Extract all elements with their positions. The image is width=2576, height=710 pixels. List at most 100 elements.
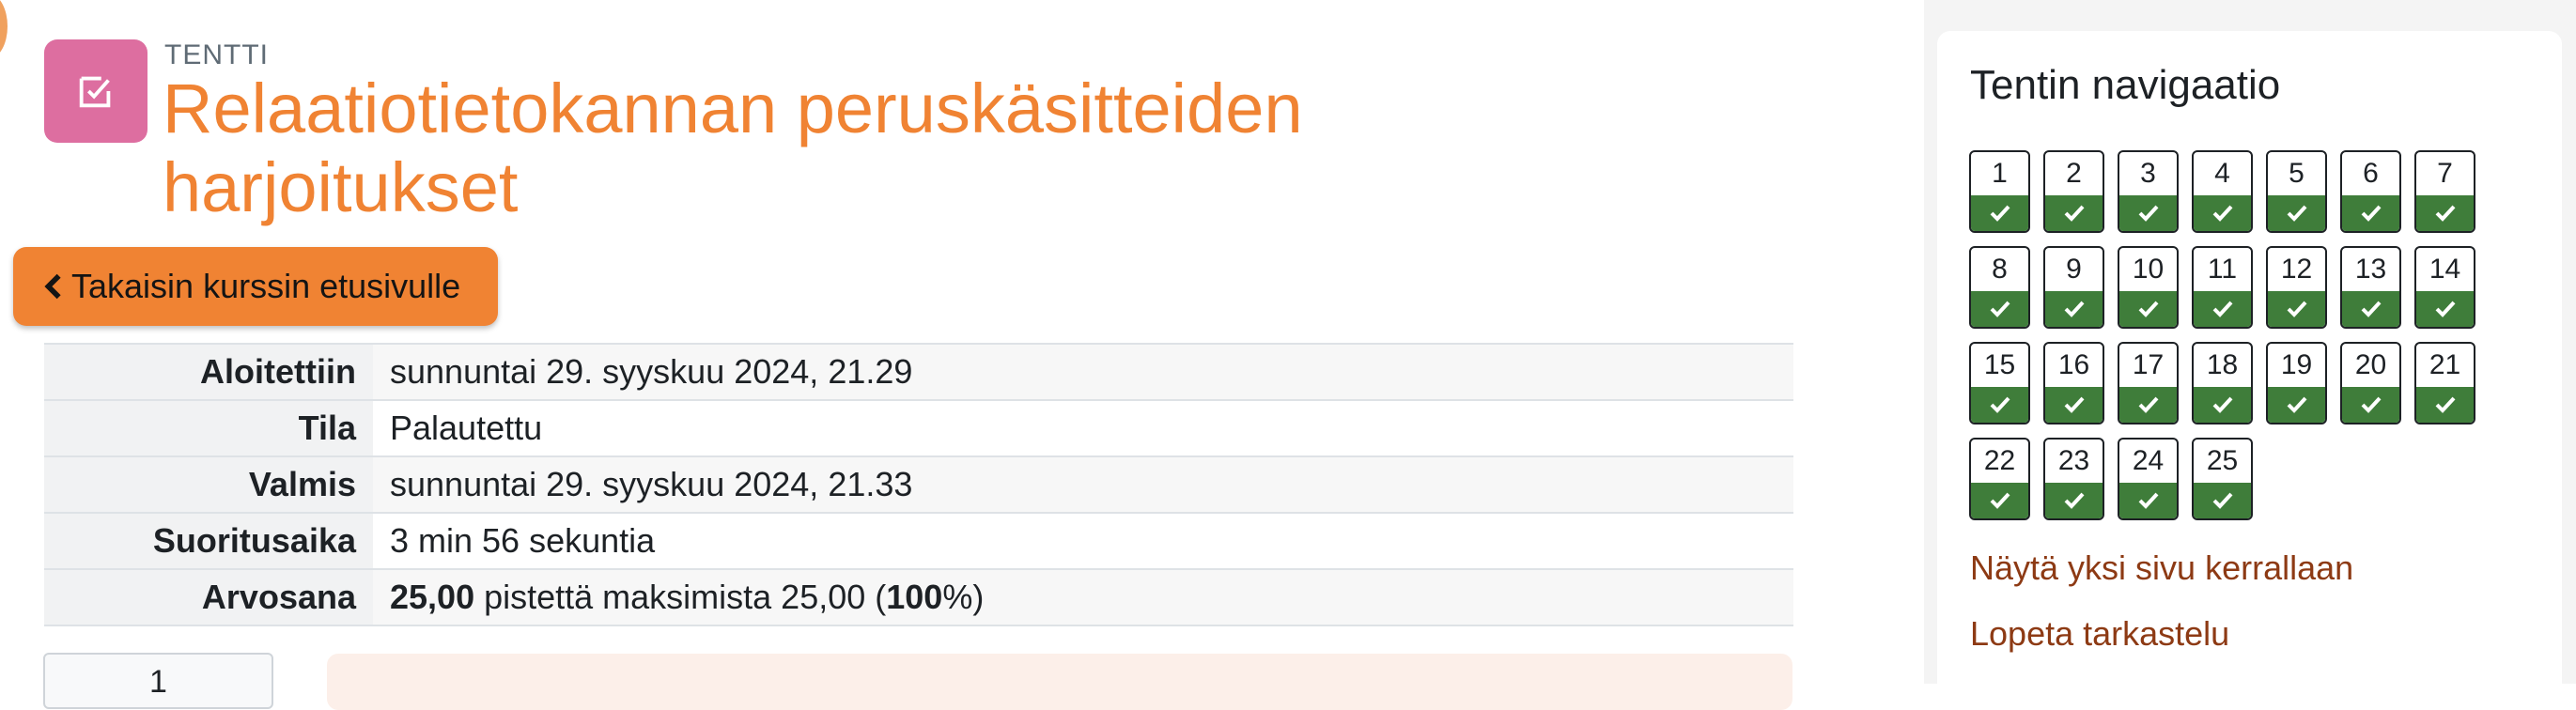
checkmark-icon: [2194, 195, 2251, 231]
question-nav-number: 15: [1983, 349, 2016, 380]
question-nav-number: 2: [2066, 158, 2082, 189]
checkmark-icon: [2416, 291, 2474, 327]
checkmark-icon: [2045, 195, 2103, 231]
question-nav-button[interactable]: 1: [1969, 150, 2030, 233]
checkmark-icon: [2119, 387, 2177, 423]
question-nav-button[interactable]: 8: [1969, 246, 2030, 329]
question-nav-button[interactable]: 17: [2118, 342, 2179, 424]
summary-row: Suoritusaika 3 min 56 sekuntia: [44, 512, 1793, 569]
finish-review-link[interactable]: Lopeta tarkastelu: [1970, 614, 2229, 654]
checkmark-icon: [2268, 387, 2325, 423]
checkmark-icon: [2119, 195, 2177, 231]
summary-value-duration: 3 min 56 sekuntia: [373, 512, 1793, 569]
activity-type-label: TENTTI: [164, 39, 269, 70]
question-nav-number: 8: [1992, 254, 2008, 285]
checkmark-icon: [2416, 195, 2474, 231]
attempt-summary-table: Aloitettiin sunnuntai 29. syyskuu 2024, …: [44, 343, 1793, 626]
summary-row: Arvosana 25,00 pistettä maksimista 25,00…: [44, 568, 1793, 626]
question-nav-number: 16: [2057, 349, 2090, 380]
summary-label-started: Aloitettiin: [44, 343, 373, 400]
checkmark-icon: [2342, 195, 2399, 231]
drawer-toggle-edge[interactable]: [0, 0, 8, 58]
question-nav-button[interactable]: 16: [2043, 342, 2104, 424]
show-one-page-link[interactable]: Näytä yksi sivu kerrallaan: [1970, 548, 2353, 588]
question-nav-button[interactable]: 2: [2043, 150, 2104, 233]
question-nav-button[interactable]: 5: [2266, 150, 2327, 233]
question-nav-number: 18: [2206, 349, 2239, 380]
summary-value-started: sunnuntai 29. syyskuu 2024, 21.29: [373, 343, 1793, 400]
question-content-box: [327, 654, 1792, 710]
quiz-navigation-title: Tentin navigaatio: [1970, 62, 2281, 108]
grade-score: 25,00: [390, 578, 475, 616]
checkmark-icon: [2342, 387, 2399, 423]
question-nav-button[interactable]: 24: [2118, 438, 2179, 520]
grade-text: pistettä maksimista 25,00 (: [474, 578, 887, 616]
question-navigation-grid: 1 2 3 4 5 6 7 8 9 10 11 12 13 14 15 16 17 18 19 20 21 22 23 24 2…: [1969, 150, 2495, 520]
summary-value-state: Palautettu: [373, 399, 1793, 456]
checkmark-icon: [2194, 483, 2251, 518]
question-nav-button[interactable]: 21: [2414, 342, 2475, 424]
question-nav-button[interactable]: 25: [2192, 438, 2253, 520]
question-nav-number: 7: [2437, 158, 2453, 189]
checkmark-icon: [2119, 291, 2177, 327]
question-nav-button[interactable]: 19: [2266, 342, 2327, 424]
question-nav-button[interactable]: 6: [2340, 150, 2401, 233]
summary-label-state: Tila: [44, 399, 373, 456]
question-nav-button[interactable]: 22: [1969, 438, 2030, 520]
checkmark-icon: [1971, 195, 2028, 231]
summary-row: Valmis sunnuntai 29. syyskuu 2024, 21.33: [44, 455, 1793, 513]
chevron-left-icon: [44, 273, 61, 300]
checkmark-icon: [2416, 387, 2474, 423]
checkmark-icon: [1971, 291, 2028, 327]
question-nav-button[interactable]: 7: [2414, 150, 2475, 233]
checkmark-icon: [2045, 483, 2103, 518]
question-nav-number: 22: [1983, 445, 2016, 476]
question-nav-button[interactable]: 13: [2340, 246, 2401, 329]
question-nav-number: 25: [2206, 445, 2239, 476]
question-nav-number: 17: [2132, 349, 2165, 380]
question-nav-button[interactable]: 11: [2192, 246, 2253, 329]
summary-row: Tila Palautettu: [44, 399, 1793, 456]
summary-row: Aloitettiin sunnuntai 29. syyskuu 2024, …: [44, 343, 1793, 400]
summary-label-grade: Arvosana: [44, 568, 373, 626]
question-nav-number: 21: [2429, 349, 2461, 380]
question-nav-number: 19: [2280, 349, 2313, 380]
question-nav-button[interactable]: 15: [1969, 342, 2030, 424]
summary-value-grade: 25,00 pistettä maksimista 25,00 (100%): [373, 568, 1793, 626]
question-nav-button[interactable]: 3: [2118, 150, 2179, 233]
question-nav-number: 4: [2214, 158, 2230, 189]
checkmark-icon: [2342, 291, 2399, 327]
checkmark-icon: [1971, 483, 2028, 518]
back-button-label: Takaisin kurssin etusivulle: [71, 267, 461, 305]
checkmark-icon: [2045, 291, 2103, 327]
checkmark-icon: [2268, 291, 2325, 327]
question-nav-number: 5: [2289, 158, 2304, 189]
question-nav-number: 23: [2057, 445, 2090, 476]
question-nav-button[interactable]: 9: [2043, 246, 2104, 329]
checkmark-icon: [2194, 387, 2251, 423]
question-nav-number: 9: [2066, 254, 2082, 285]
question-nav-button[interactable]: 12: [2266, 246, 2327, 329]
question-nav-number: 14: [2429, 254, 2461, 285]
question-nav-number: 12: [2280, 254, 2313, 285]
question-nav-button[interactable]: 23: [2043, 438, 2104, 520]
question-nav-button[interactable]: 20: [2340, 342, 2401, 424]
question-nav-button[interactable]: 10: [2118, 246, 2179, 329]
grade-percent: 100: [886, 578, 943, 616]
summary-label-duration: Suoritusaika: [44, 512, 373, 569]
question-nav-button[interactable]: 18: [2192, 342, 2253, 424]
summary-value-completed: sunnuntai 29. syyskuu 2024, 21.33: [373, 455, 1793, 513]
grade-suffix: %): [942, 578, 985, 616]
question-nav-button[interactable]: 4: [2192, 150, 2253, 233]
quiz-activity-icon: [44, 39, 147, 143]
checkmark-icon: [2268, 195, 2325, 231]
question-nav-number: 13: [2354, 254, 2387, 285]
page-title: Relaatiotietokannan peruskäsitteiden har…: [163, 69, 1303, 226]
back-to-course-button[interactable]: Takaisin kurssin etusivulle: [13, 247, 498, 326]
question-number: 1: [149, 664, 167, 700]
question-nav-number: 10: [2132, 254, 2165, 285]
question-nav-number: 24: [2132, 445, 2165, 476]
checkmark-icon: [1971, 387, 2028, 423]
summary-label-completed: Valmis: [44, 455, 373, 513]
question-nav-button[interactable]: 14: [2414, 246, 2475, 329]
